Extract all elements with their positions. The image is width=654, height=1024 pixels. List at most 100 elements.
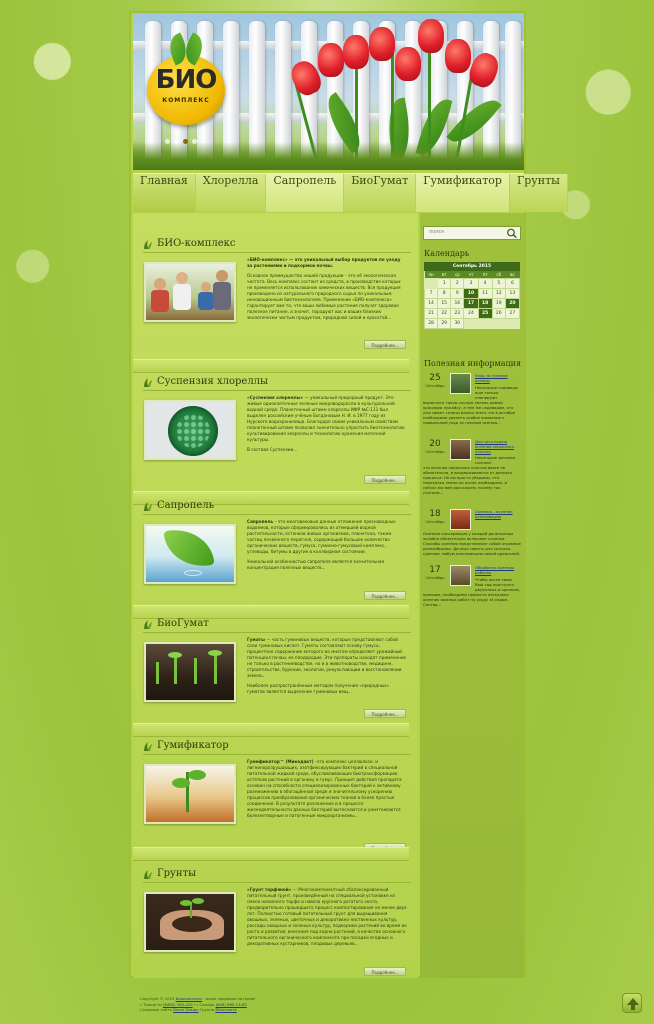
site-logo[interactable]: БИО КОМПЛЕКС bbox=[147, 32, 225, 125]
scroll-to-top-button[interactable] bbox=[622, 993, 642, 1013]
sprout-leaves-image[interactable] bbox=[144, 764, 236, 824]
calendar-weekday: сб bbox=[492, 271, 506, 278]
news-link[interactable]: Обработка осенних работах bbox=[475, 565, 521, 575]
calendar-day[interactable]: 10 bbox=[463, 287, 479, 299]
nav-item-humificator[interactable]: Гумификатор bbox=[416, 174, 510, 212]
news-link[interactable]: Соленья – осенние консервации bbox=[475, 509, 521, 519]
section-bio-complex: БИО-комплекс «БИО-комплекс» — это уникал… bbox=[133, 237, 418, 357]
calendar-day[interactable]: 17 bbox=[463, 297, 479, 309]
tulip-flower bbox=[395, 47, 421, 81]
slider-dots bbox=[165, 139, 197, 144]
news-day: 17 bbox=[429, 565, 441, 575]
calendar-empty-cell bbox=[477, 317, 493, 329]
calendar-day: 21 bbox=[423, 307, 439, 319]
news-day: 25 bbox=[429, 373, 441, 383]
nav-item-sapropel[interactable]: Сапропель bbox=[266, 174, 345, 212]
calendar-day[interactable]: 20 bbox=[504, 297, 521, 309]
news-item: 18 Сентябрь Соленья – осенние консерваци… bbox=[423, 509, 522, 559]
calendar-day: 23 bbox=[450, 307, 465, 319]
more-button[interactable]: Подробнее... bbox=[364, 591, 406, 600]
footer: Copyright © 2015 Биокомплекс - ваше здор… bbox=[140, 996, 340, 1013]
more-button[interactable]: Подробнее... bbox=[364, 709, 406, 718]
calendar-weekday: пт bbox=[478, 271, 493, 278]
section-title[interactable]: БИО-комплекс bbox=[157, 238, 235, 249]
nav-item-chlorella[interactable]: Хлорелла bbox=[195, 174, 267, 212]
calendar-day: 12 bbox=[491, 287, 506, 299]
search-box[interactable]: поиск bbox=[423, 226, 521, 240]
hands-soil-image[interactable] bbox=[144, 892, 236, 952]
more-button[interactable]: Подробнее... bbox=[364, 475, 406, 484]
calendar-empty-cell bbox=[423, 277, 439, 289]
more-button[interactable]: Подробнее... bbox=[364, 340, 406, 349]
section-divider bbox=[133, 847, 409, 861]
sprout-icon bbox=[144, 742, 152, 751]
leaf-water-image[interactable] bbox=[144, 524, 236, 584]
news-link[interactable]: Для чего нужна осенняя перекопка участка bbox=[475, 439, 521, 454]
footer-designer-link[interactable]: Decor Design bbox=[173, 1007, 199, 1012]
calendar-weekday: чт bbox=[463, 271, 479, 278]
calendar-month[interactable]: Сентябрь 2015 bbox=[424, 262, 520, 271]
search-input[interactable]: поиск bbox=[429, 229, 444, 235]
news-text: крепким, необходимо провести несколько о… bbox=[423, 592, 509, 607]
section-sapropel: Сапропель Сапропель – это многовековые д… bbox=[133, 499, 418, 611]
section-title[interactable]: Сапропель bbox=[157, 500, 214, 511]
section-text: «БИО-комплекс» — это уникальный выбор пр… bbox=[247, 257, 407, 321]
news-date: 17 Сентябрь bbox=[423, 565, 447, 580]
news-date: 20 Сентябрь bbox=[423, 439, 447, 454]
news-date: 25 Сентябрь bbox=[423, 373, 447, 388]
section-lead: Сапропель bbox=[247, 519, 274, 524]
section-title[interactable]: Суспензия хлореллы bbox=[157, 376, 268, 387]
calendar-grid: пн вт ср чт пт сб вс 1 2 3 4 5 6 7 8 9 10 11 12 13 14 15 16 17… bbox=[423, 271, 521, 329]
calendar-day: 3 bbox=[463, 277, 479, 289]
section-body-extra: Наиболее распространённым методом получе… bbox=[247, 683, 390, 694]
family-gardening-image[interactable] bbox=[144, 262, 236, 322]
calendar-day: 19 bbox=[491, 297, 506, 309]
seedlings-soil-image[interactable] bbox=[144, 642, 236, 702]
search-icon[interactable] bbox=[506, 228, 518, 238]
footer-phone-link[interactable]: (846) 990-13-83 bbox=[216, 1002, 247, 1007]
section-divider bbox=[133, 723, 409, 737]
calendar-day: 24 bbox=[463, 307, 479, 319]
calendar-day[interactable]: 18 bbox=[477, 297, 493, 309]
news-item: 20 Сентябрь Для чего нужна осенняя перек… bbox=[423, 439, 522, 497]
calendar-day: 9 bbox=[450, 287, 465, 299]
news-month: Сентябрь bbox=[425, 519, 445, 524]
section-title[interactable]: БиоГумат bbox=[157, 618, 209, 629]
footer-phone-link[interactable]: (8482) 280-420 bbox=[163, 1002, 193, 1007]
slider-dot[interactable] bbox=[165, 139, 170, 144]
nav-item-home[interactable]: Главная bbox=[133, 174, 196, 212]
section-title[interactable]: Грунты bbox=[157, 868, 196, 879]
news-snippet: Некоторые садоводы еще только планируют bbox=[475, 385, 518, 400]
news-link[interactable]: Уход за газоном осенью bbox=[475, 373, 521, 383]
section-text: «Грунт торфяной» — Многокомпонентный сба… bbox=[247, 887, 407, 947]
news-snippet: Некоторые дачники считают, bbox=[475, 455, 516, 465]
news-text: что осенняя перекопка участка вовсе не о… bbox=[423, 465, 513, 495]
section-lead: Гуматы bbox=[247, 637, 265, 642]
nav-item-soils[interactable]: Грунты bbox=[509, 174, 568, 212]
news-thumbnail[interactable] bbox=[450, 565, 471, 586]
calendar-day: 2 bbox=[450, 277, 465, 289]
slider-dot[interactable] bbox=[192, 139, 197, 144]
calendar-title: Календарь bbox=[424, 249, 470, 258]
nav-item-biohumate[interactable]: БиоГумат bbox=[344, 174, 417, 212]
news-thumbnail[interactable] bbox=[450, 373, 471, 394]
footer-brand-link[interactable]: Биокомплекс bbox=[176, 996, 203, 1001]
calendar-day: 29 bbox=[437, 317, 452, 329]
section-header: Грунты bbox=[143, 867, 411, 883]
more-button[interactable]: Подробнее... bbox=[364, 967, 406, 976]
calendar-day: 7 bbox=[423, 287, 439, 299]
news-thumbnail[interactable] bbox=[450, 509, 471, 530]
calendar-empty-cell bbox=[504, 317, 521, 329]
calendar-day: 13 bbox=[504, 287, 521, 299]
calendar-weekday: вт bbox=[437, 271, 451, 278]
news-thumbnail[interactable] bbox=[450, 439, 471, 460]
section-title[interactable]: Гумификатор bbox=[157, 740, 229, 751]
slider-dot-active[interactable] bbox=[183, 139, 188, 144]
section-body: — уникальный природный продукт. Это живы… bbox=[247, 395, 405, 442]
chlorella-petri-image[interactable] bbox=[144, 400, 236, 460]
footer-social-link[interactable]: ВКонтакте bbox=[215, 1007, 237, 1012]
slider-dot[interactable] bbox=[174, 139, 179, 144]
calendar-weekday: вс bbox=[505, 271, 520, 278]
calendar-day: 26 bbox=[491, 307, 506, 319]
calendar-day[interactable]: 25 bbox=[477, 307, 493, 319]
